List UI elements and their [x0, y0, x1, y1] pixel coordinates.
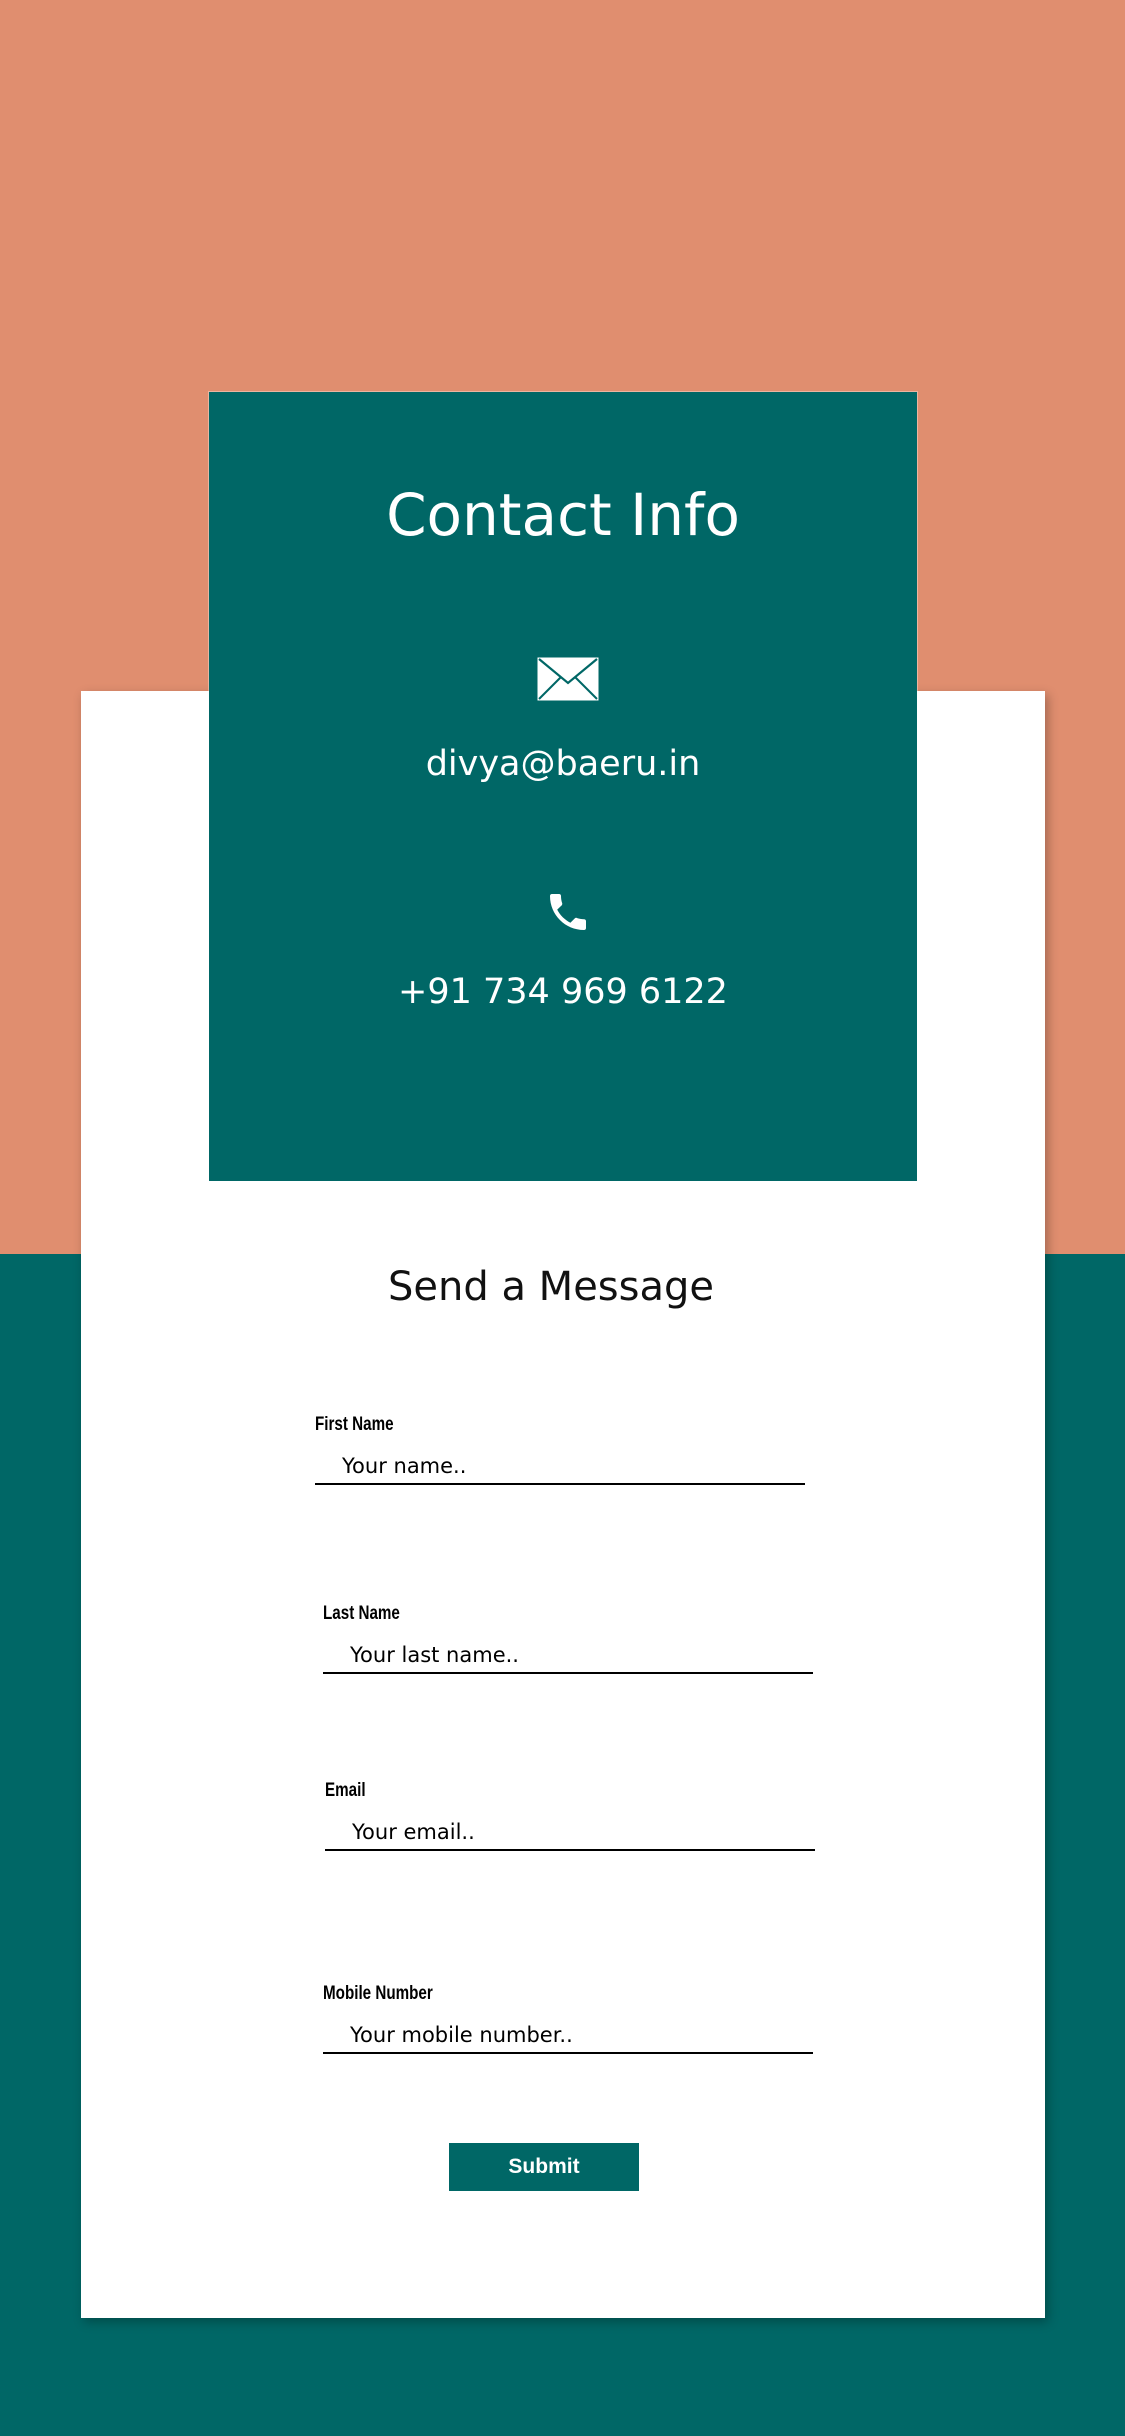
- mobile-number-label: Mobile Number: [323, 1983, 433, 2004]
- envelope-icon: [537, 657, 599, 701]
- form-title: Send a Message: [388, 1264, 714, 1310]
- last-name-input[interactable]: [323, 1638, 813, 1674]
- email-label: Email: [325, 1780, 366, 1801]
- last-name-label: Last Name: [323, 1603, 400, 1624]
- submit-button[interactable]: Submit: [449, 2143, 639, 2191]
- contact-info-title: Contact Info: [386, 481, 740, 549]
- first-name-label: First Name: [315, 1414, 394, 1435]
- contact-info-panel: Contact Info divya@baeru.in +91 734 969 …: [209, 392, 917, 1181]
- first-name-input[interactable]: [315, 1449, 805, 1485]
- contact-email[interactable]: divya@baeru.in: [209, 742, 917, 786]
- email-input[interactable]: [325, 1815, 815, 1851]
- phone-icon: [550, 894, 586, 930]
- contact-phone[interactable]: +91 734 969 6122: [209, 970, 917, 1014]
- mobile-number-input[interactable]: [323, 2018, 813, 2054]
